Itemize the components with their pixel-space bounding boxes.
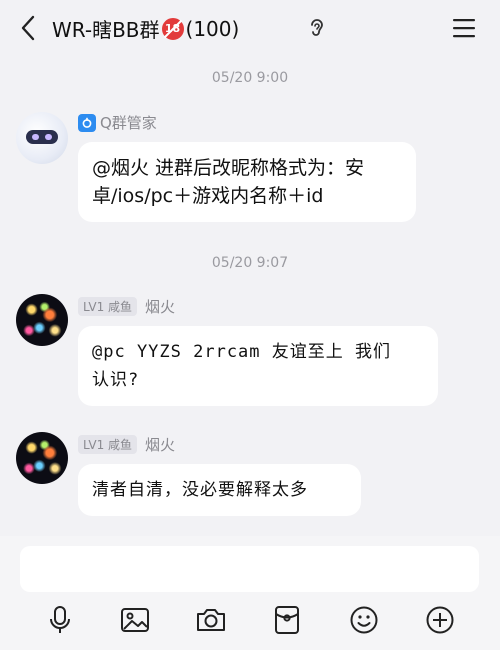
message-text-line: @烟火 进群后改昵称格式为：安 — [92, 157, 365, 179]
more-button[interactable] — [424, 604, 456, 636]
bot-visor — [26, 130, 58, 144]
avatar[interactable] — [16, 432, 68, 484]
chevron-left-icon — [21, 15, 35, 41]
camera-icon — [197, 609, 225, 631]
avatar[interactable] — [16, 294, 68, 346]
message-text-line: 卓/ios/pc＋游戏内名称＋id — [92, 185, 324, 207]
plus-icon — [426, 606, 454, 634]
message-text-line: @pc YYZS 2rrcam 友谊至上 我们 — [92, 342, 391, 362]
back-button[interactable] — [14, 12, 42, 44]
timestamp: 05/20 9:00 — [211, 70, 289, 86]
image-icon — [121, 608, 149, 632]
menu-button[interactable] — [450, 16, 478, 40]
group-name: WR-瞎BB群 — [52, 18, 160, 42]
message-bubble[interactable]: @pc YYZS 2rrcam 友谊至上 我们 认识? — [78, 326, 438, 406]
red-packet-icon — [275, 606, 299, 634]
message-bubble[interactable]: @烟火 进群后改昵称格式为：安 卓/ios/pc＋游戏内名称＋id — [78, 142, 416, 222]
camera-button[interactable] — [195, 604, 227, 636]
level-badge: LV1 咸鱼 — [78, 435, 138, 454]
sender-row: Q群管家 — [78, 112, 157, 133]
sender-row: LV1 咸鱼 烟火 — [78, 434, 175, 455]
sender-row: LV1 咸鱼 烟火 — [78, 296, 175, 317]
member-count: (100) — [185, 16, 240, 41]
timestamp: 05/20 9:07 — [211, 255, 289, 271]
red-packet-button[interactable] — [271, 604, 303, 636]
message-text-line: 认识? — [92, 370, 140, 390]
sender-name: 烟火 — [145, 298, 176, 316]
ear-mode-button[interactable] — [304, 16, 328, 40]
message-bubble[interactable]: 清者自清，没必要解释太多 — [78, 464, 361, 516]
sender-name: 烟火 — [145, 436, 176, 454]
chat-header: WR-瞎BB群 18 (100) — [0, 0, 500, 56]
avatar[interactable] — [16, 112, 68, 164]
sender-name: Q群管家 — [100, 114, 157, 132]
message-text: 清者自清，没必要解释太多 — [92, 480, 308, 500]
microphone-icon — [50, 606, 70, 633]
voice-button[interactable] — [44, 604, 76, 636]
emoji-icon — [350, 606, 378, 634]
image-button[interactable] — [119, 604, 151, 636]
bot-manager-icon — [78, 113, 96, 132]
hamburger-menu-icon — [453, 19, 475, 38]
chat-title: WR-瞎BB群 18 (100) — [52, 14, 239, 43]
message-input[interactable] — [20, 546, 479, 592]
bot-eye — [32, 134, 39, 140]
level-badge: LV1 咸鱼 — [78, 297, 138, 316]
age-18-badge-icon: 18 — [161, 17, 184, 40]
bot-eye — [45, 134, 52, 140]
ear-icon — [311, 19, 323, 36]
emoji-button[interactable] — [348, 604, 380, 636]
